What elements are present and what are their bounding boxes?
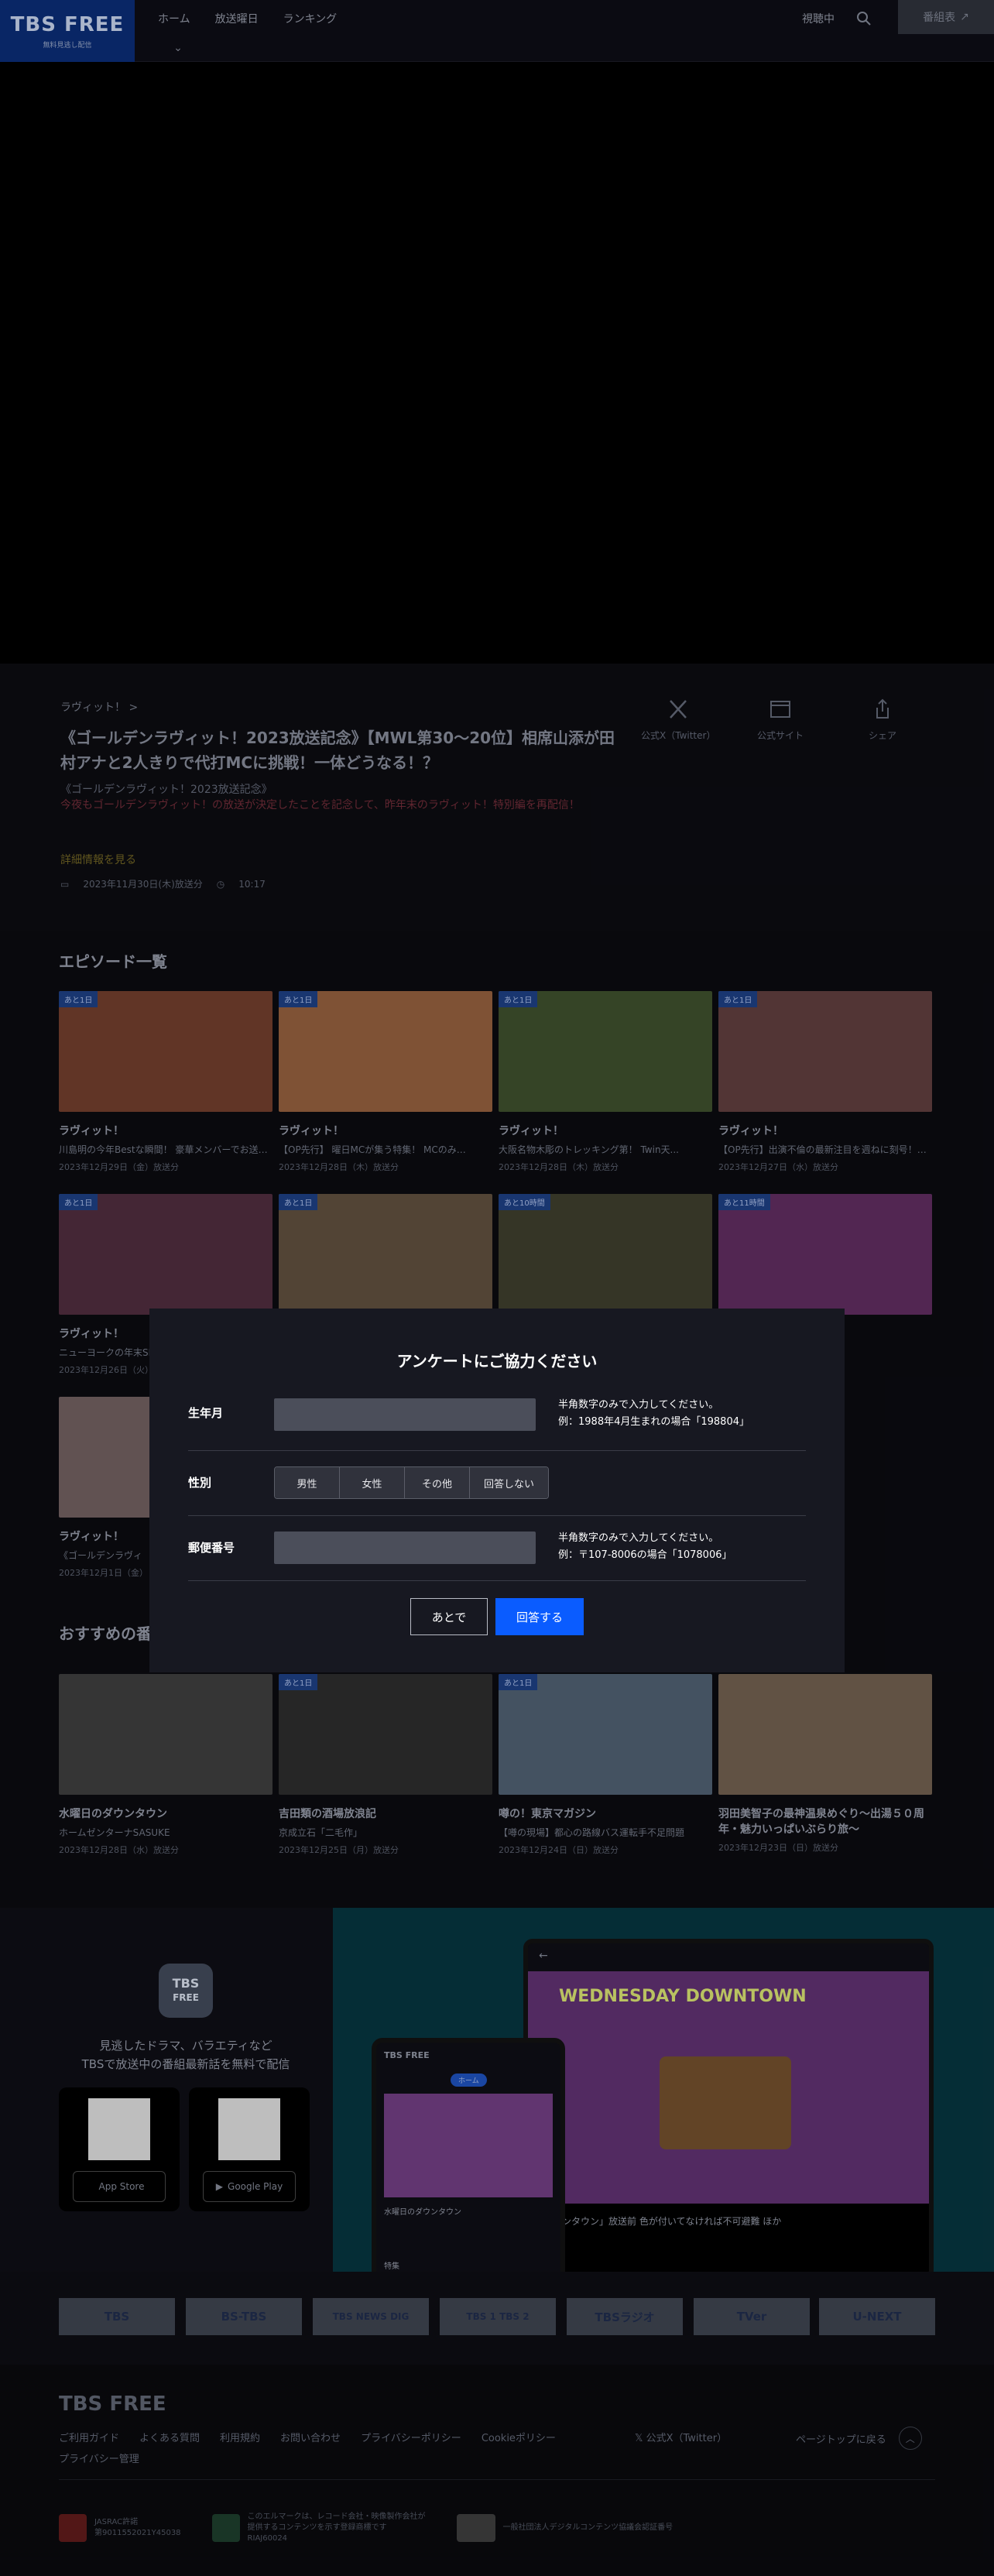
survey-title: アンケートにご協力ください [396,1352,598,1370]
birth-row: 生年月 半角数字のみで入力してください。 例：1988年4月生まれの場合「198… [188,1383,806,1451]
later-button[interactable]: あとで [410,1598,488,1635]
gender-male[interactable]: 男性 [275,1467,340,1498]
postal-input[interactable] [274,1532,536,1564]
modal-overlay[interactable] [0,0,994,2576]
birth-label: 生年月 [188,1406,224,1420]
gender-other[interactable]: その他 [405,1467,470,1498]
gender-label: 性別 [188,1476,212,1490]
gender-selector: 男性 女性 その他 回答しない [274,1466,550,1499]
postal-hint: 半角数字のみで入力してください。 例：〒107-8006の場合「1078006」 [558,1532,732,1561]
birth-input[interactable] [274,1398,536,1431]
gender-no-answer[interactable]: 回答しない [470,1467,549,1498]
survey-modal: アンケートにご協力ください 生年月 半角数字のみで入力してください。 例：198… [149,1309,845,1672]
birth-hint: 半角数字のみで入力してください。 例：1988年4月生まれの場合「198804」 [558,1399,749,1428]
gender-female[interactable]: 女性 [340,1467,405,1498]
postal-label: 郵便番号 [188,1541,235,1555]
postal-row: 郵便番号 半角数字のみで入力してください。 例：〒107-8006の場合「107… [188,1516,806,1581]
gender-row: 性別 男性 女性 その他 回答しない [188,1451,806,1516]
submit-button[interactable]: 回答する [495,1598,584,1635]
